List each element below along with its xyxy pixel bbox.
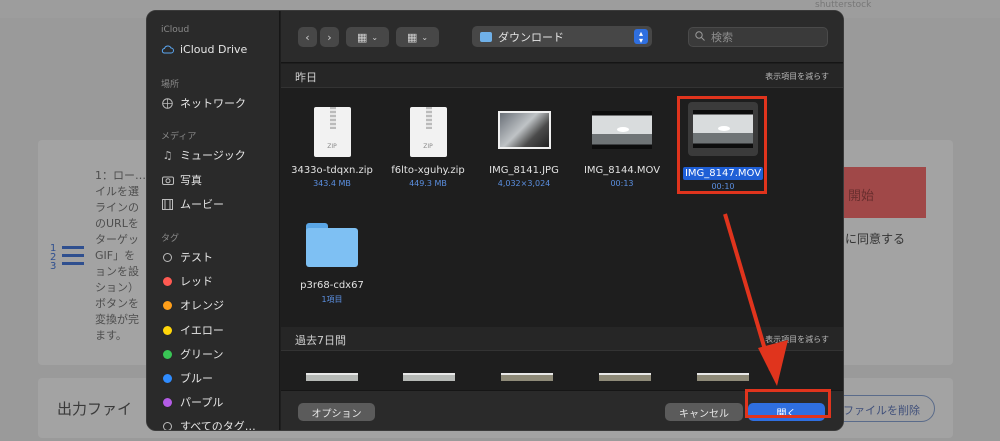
- annotation-arrow: [723, 213, 788, 386]
